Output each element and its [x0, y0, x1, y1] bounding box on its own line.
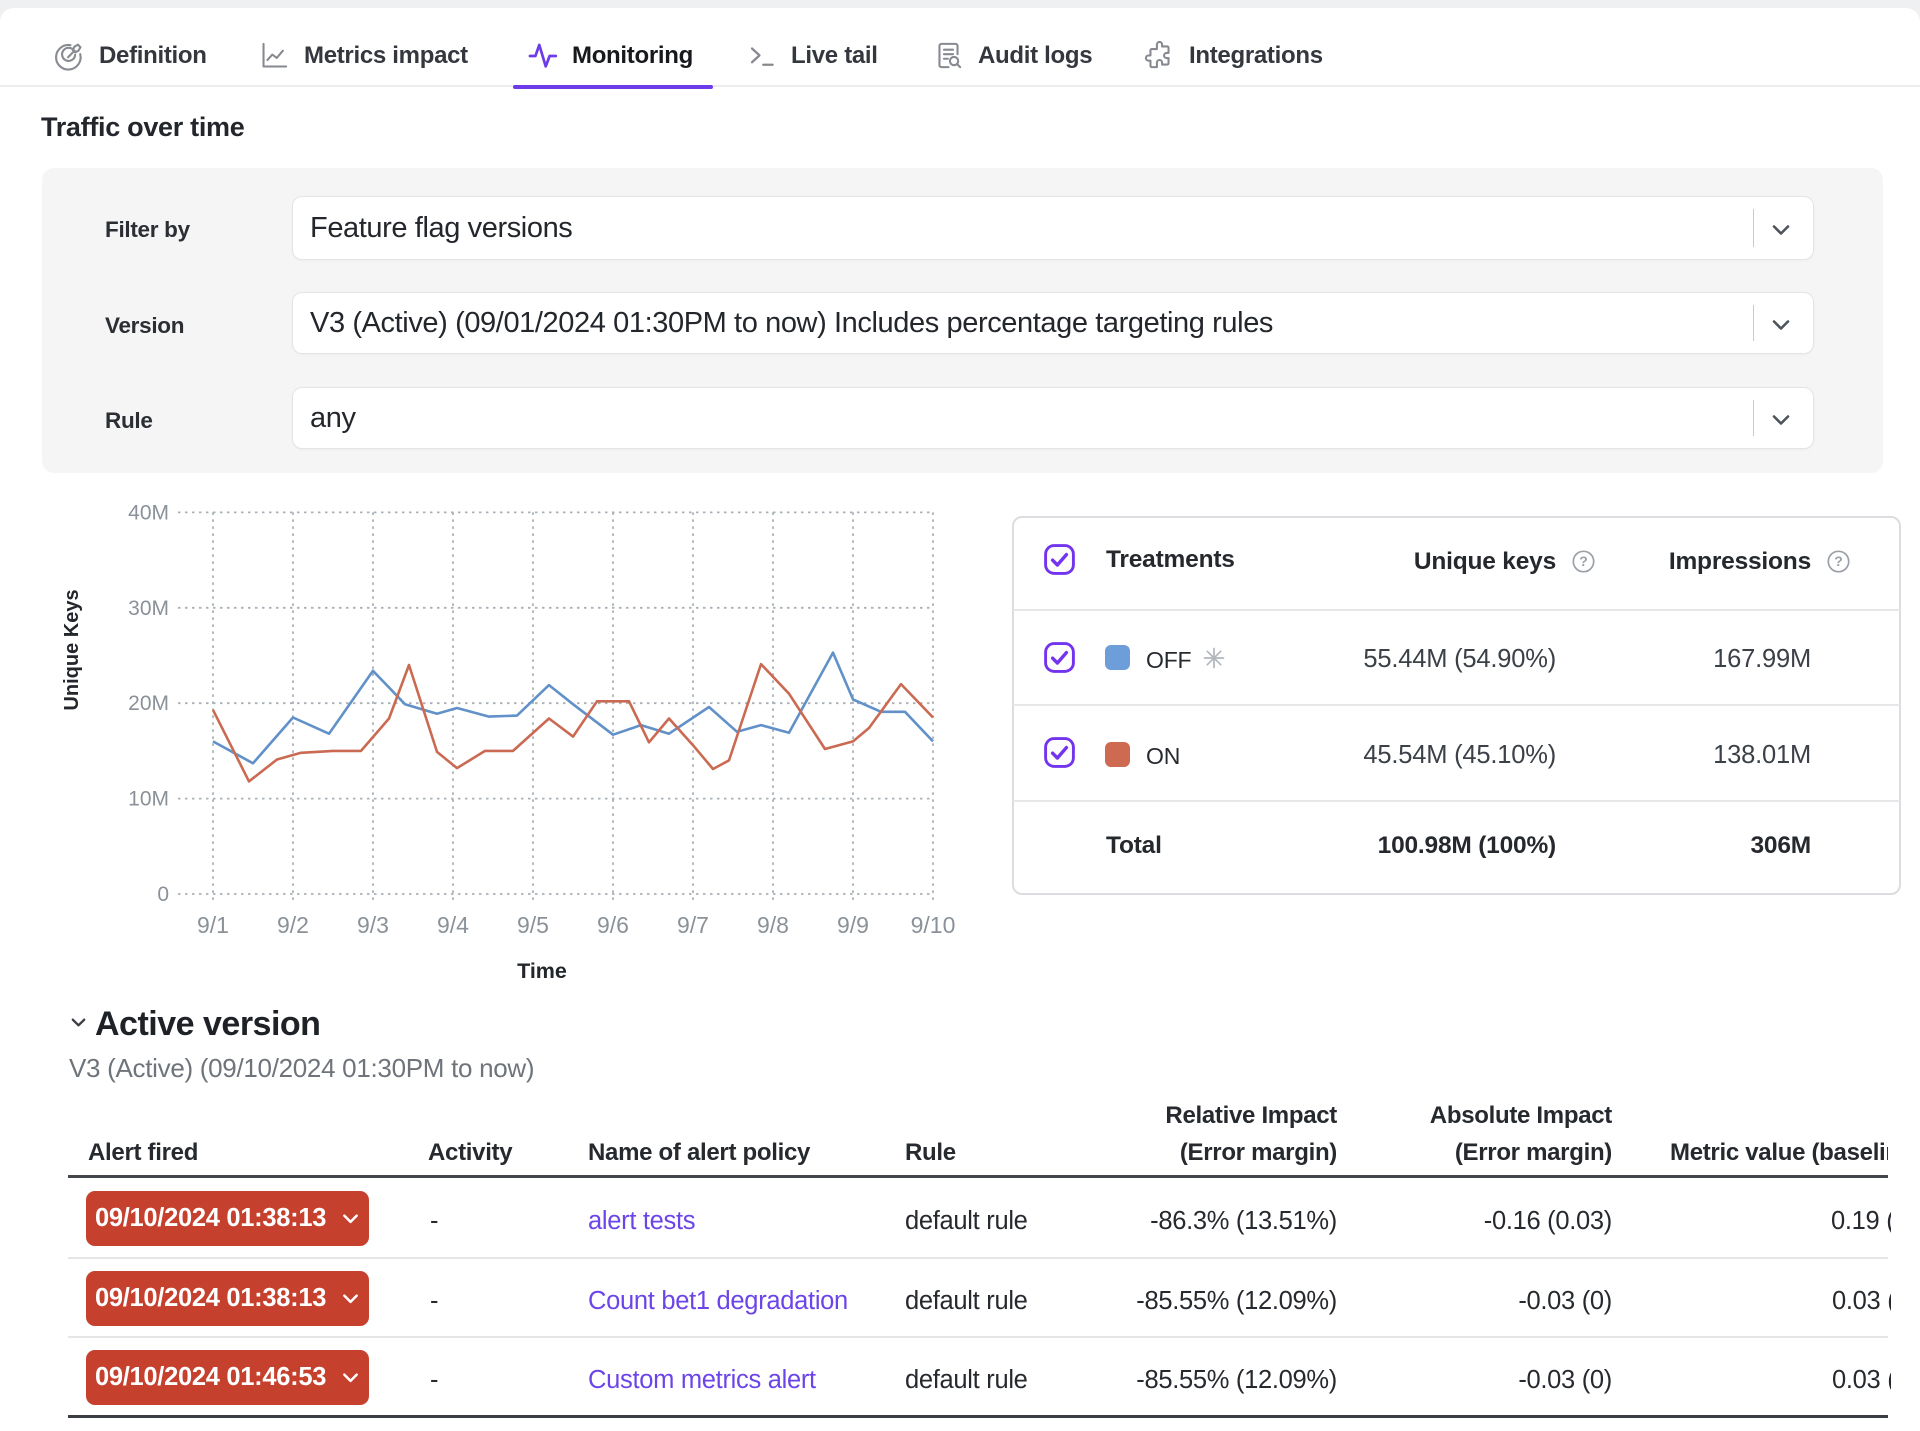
svg-text:9/7: 9/7: [677, 912, 709, 938]
svg-text:20M: 20M: [128, 692, 169, 715]
svg-text:9/4: 9/4: [437, 912, 469, 938]
svg-text:0: 0: [157, 883, 169, 906]
svg-text:?: ?: [1834, 553, 1843, 569]
svg-text:10M: 10M: [128, 788, 169, 811]
svg-text:9/8: 9/8: [757, 912, 789, 938]
svg-text:Unique Keys: Unique Keys: [61, 589, 83, 710]
svg-text:Time: Time: [517, 959, 567, 983]
svg-text:9/3: 9/3: [357, 912, 389, 938]
svg-text:9/2: 9/2: [277, 912, 309, 938]
svg-text:30M: 30M: [128, 597, 169, 620]
svg-text:9/10: 9/10: [911, 912, 956, 938]
svg-text:9/6: 9/6: [597, 912, 629, 938]
svg-text:9/9: 9/9: [837, 912, 869, 938]
svg-text:40M: 40M: [128, 501, 169, 524]
svg-text:9/5: 9/5: [517, 912, 549, 938]
svg-text:9/1: 9/1: [197, 912, 229, 938]
